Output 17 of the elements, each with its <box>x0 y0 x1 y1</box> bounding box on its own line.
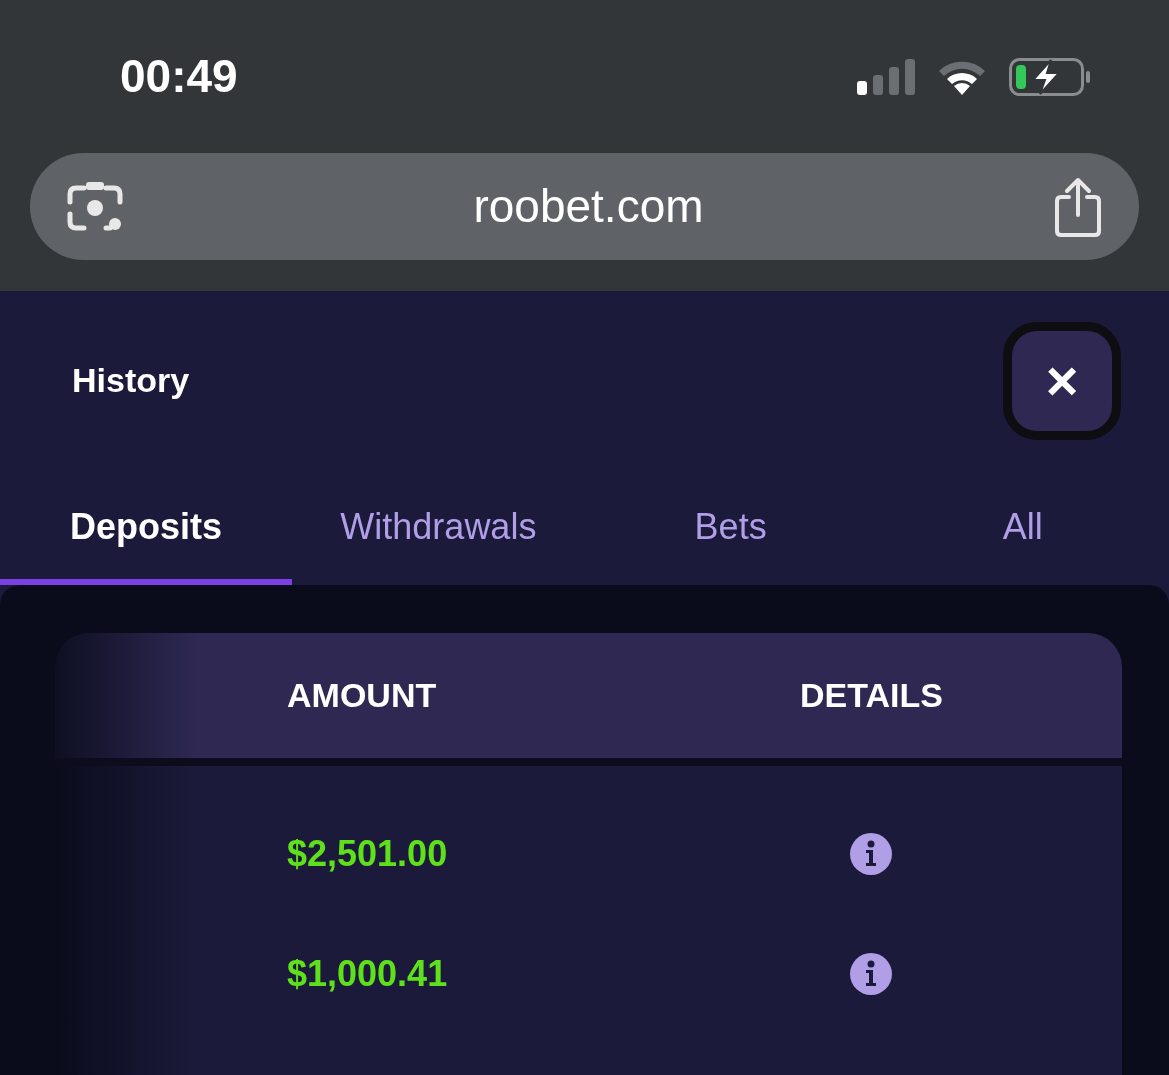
battery-charging-icon <box>1009 57 1091 96</box>
tab[interactable]: All <box>876 470 1169 585</box>
tab[interactable]: Withdrawals <box>292 470 585 585</box>
url-text[interactable]: roobet.com <box>473 172 704 241</box>
signal-icon <box>857 58 915 95</box>
column-header: DETAILS <box>800 676 943 714</box>
info-icon[interactable] <box>850 833 892 875</box>
clock-time: 00:49 <box>120 49 238 104</box>
panel-title: History <box>72 360 190 401</box>
tab[interactable]: Bets <box>584 470 877 585</box>
camera-search-icon <box>66 179 124 234</box>
amount-text: $2,501.00 <box>287 833 448 874</box>
column-header: AMOUNT <box>287 676 437 714</box>
info-icon[interactable] <box>850 953 892 995</box>
amount-text: $1,000.41 <box>287 953 448 994</box>
share-icon[interactable] <box>1053 176 1103 237</box>
close-button[interactable]: × <box>1003 321 1121 440</box>
